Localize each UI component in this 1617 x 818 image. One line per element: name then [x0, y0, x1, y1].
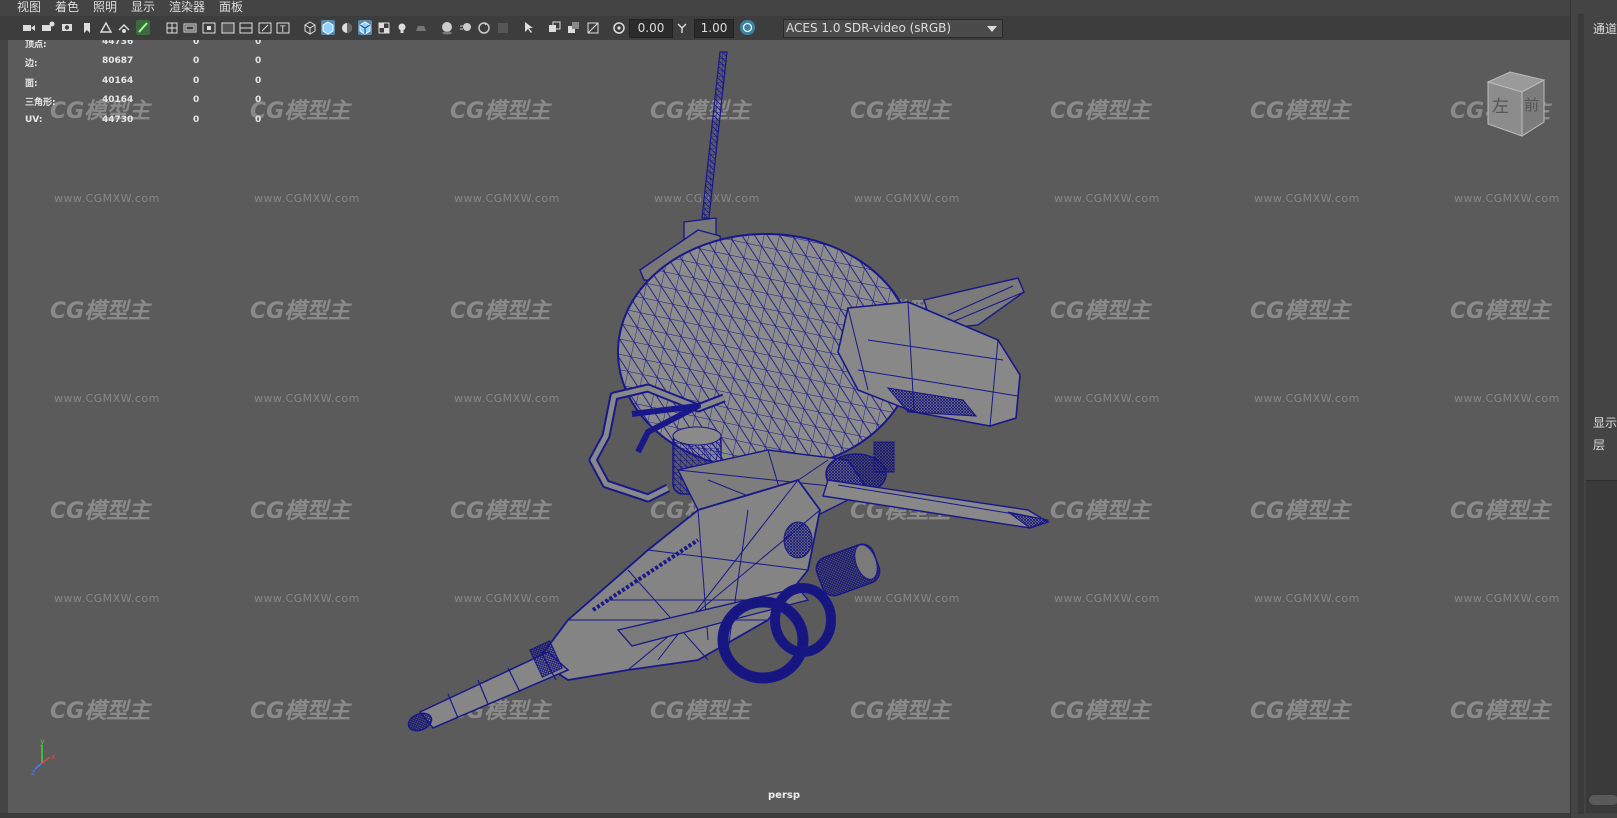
hud-value: 0 [193, 56, 200, 66]
lights-icon[interactable] [395, 20, 409, 35]
menu-show[interactable]: 显示 [131, 0, 155, 15]
drone-model [407, 51, 1050, 732]
hud-value: 0 [255, 76, 262, 86]
layer-list[interactable] [1586, 480, 1617, 813]
hud-row-faces: 面: 40164 0 0 [8, 76, 308, 90]
antialias-icon[interactable] [477, 20, 491, 35]
text-overlay-icon[interactable]: T [276, 20, 290, 35]
hud-label: 面: [25, 79, 38, 89]
axis-x-label: x [51, 752, 56, 761]
color-space-dropdown[interactable]: ACES 1.0 SDR-video (sRGB) [783, 19, 1003, 38]
exposure-icon[interactable] [612, 20, 626, 35]
hud-label: 边: [25, 59, 38, 69]
hud-value: 0 [193, 115, 200, 125]
wireframe-on-shaded-icon[interactable] [358, 20, 372, 35]
hud-label: 三角形: [25, 98, 56, 108]
hud-value: 44736 [102, 40, 134, 47]
bottom-frame [0, 813, 1570, 818]
scrollbar-handle[interactable] [1589, 795, 1617, 805]
color-management-icon[interactable] [740, 20, 755, 35]
menu-panels[interactable]: 面板 [219, 0, 243, 15]
tab-channels[interactable]: 通道 [1593, 20, 1617, 37]
camera-attr-icon[interactable] [41, 20, 55, 35]
gate-mask-icon[interactable] [202, 20, 216, 35]
hud-value: 44730 [102, 115, 134, 125]
smooth-shade-icon[interactable] [321, 20, 335, 35]
svg-text:T: T [279, 25, 286, 35]
hud-value: 0 [255, 115, 262, 125]
gamma-icon[interactable] [675, 20, 689, 35]
grid-toggle-icon[interactable] [165, 20, 179, 35]
xray-joints-icon[interactable] [567, 20, 581, 35]
menu-view[interactable]: 视图 [17, 0, 41, 15]
textured-icon[interactable] [340, 20, 354, 35]
hud-value: 40164 [102, 76, 134, 86]
axis-gizmo: y x z [31, 737, 56, 775]
bookmark-icon[interactable] [60, 20, 74, 35]
axis-y-label: y [40, 737, 45, 746]
menu-renderer[interactable]: 渲染器 [169, 0, 205, 15]
field-chart-icon[interactable] [221, 20, 235, 35]
viewport-toolbar: T 0.00 1.00 ACES 1.0 SDR-video (sRGB) [0, 16, 1570, 41]
depth-of-field-icon[interactable] [496, 20, 510, 35]
xray-icon[interactable] [548, 20, 562, 35]
safe-action-icon[interactable] [239, 20, 253, 35]
view-cube-front-label[interactable]: 前 [1524, 96, 1539, 114]
hud-row-triangles: 三角形: 40164 0 0 [8, 95, 308, 109]
ssao-icon[interactable] [440, 20, 454, 35]
color-space-value: ACES 1.0 SDR-video (sRGB) [786, 21, 952, 35]
hud-value: 40164 [102, 95, 134, 105]
hud-value: 0 [255, 40, 262, 47]
checker-icon[interactable] [377, 20, 391, 35]
poly-count-hud: 顶点: 44736 0 0 边: 80687 0 0 面: 40164 0 0 … [8, 40, 308, 180]
resolution-gate-icon[interactable] [183, 20, 197, 35]
hud-row-vertices: 顶点: 44736 0 0 [8, 40, 308, 51]
hud-value: 0 [193, 95, 200, 105]
exposure-field[interactable]: 0.00 [629, 19, 673, 38]
tab-layers[interactable]: 层 [1593, 436, 1605, 453]
hud-row-uvs: UV: 44730 0 0 [8, 115, 308, 129]
gamma-field[interactable]: 1.00 [694, 19, 734, 38]
hud-row-edges: 边: 80687 0 0 [8, 56, 308, 70]
isolate-select-icon[interactable] [522, 20, 536, 35]
channel-box-panel: 通道 显示 层 [1570, 0, 1617, 818]
hud-value: 80687 [102, 56, 134, 66]
menu-lighting[interactable]: 照明 [93, 0, 117, 15]
menu-shading[interactable]: 着色 [55, 0, 79, 15]
left-frame [0, 40, 8, 813]
hud-label: 顶点: [25, 40, 47, 50]
camera-icon[interactable] [22, 20, 36, 35]
motion-blur-icon[interactable] [459, 20, 473, 35]
hud-value: 0 [255, 95, 262, 105]
tab-display[interactable]: 显示 [1593, 414, 1617, 431]
axis-z-label: z [31, 768, 35, 775]
xray-components-icon[interactable] [586, 20, 600, 35]
chevron-down-icon [987, 26, 997, 32]
maya-window: 视图 着色 照明 显示 渲染器 面板 T 0.00 1.00 ACES 1.0 … [0, 0, 1617, 818]
view-cube-left-label[interactable]: 左 [1492, 97, 1509, 117]
pencil-icon[interactable] [136, 20, 150, 35]
panel-splitter[interactable] [1578, 14, 1584, 814]
grid-icon[interactable] [99, 20, 113, 35]
hud-value: 0 [193, 40, 200, 47]
film-gate-icon[interactable] [117, 20, 131, 35]
viewport-menu-bar: 视图 着色 照明 显示 渲染器 面板 [0, 0, 1570, 16]
perspective-viewport[interactable]: CG模型主 CG模型主 CG模型主 CG模型主 CG模型主 CG模型主 CG模型… [8, 40, 1570, 813]
wireframe-icon[interactable] [303, 20, 317, 35]
safe-title-icon[interactable] [258, 20, 272, 35]
image-plane-icon[interactable] [80, 20, 94, 35]
hud-value: 0 [255, 56, 262, 66]
camera-name-label: persp [768, 790, 800, 801]
hud-value: 0 [193, 76, 200, 86]
view-cube[interactable]: 左 前 [1480, 70, 1552, 142]
hud-label: UV: [25, 115, 43, 125]
shadows-icon[interactable] [414, 20, 428, 35]
